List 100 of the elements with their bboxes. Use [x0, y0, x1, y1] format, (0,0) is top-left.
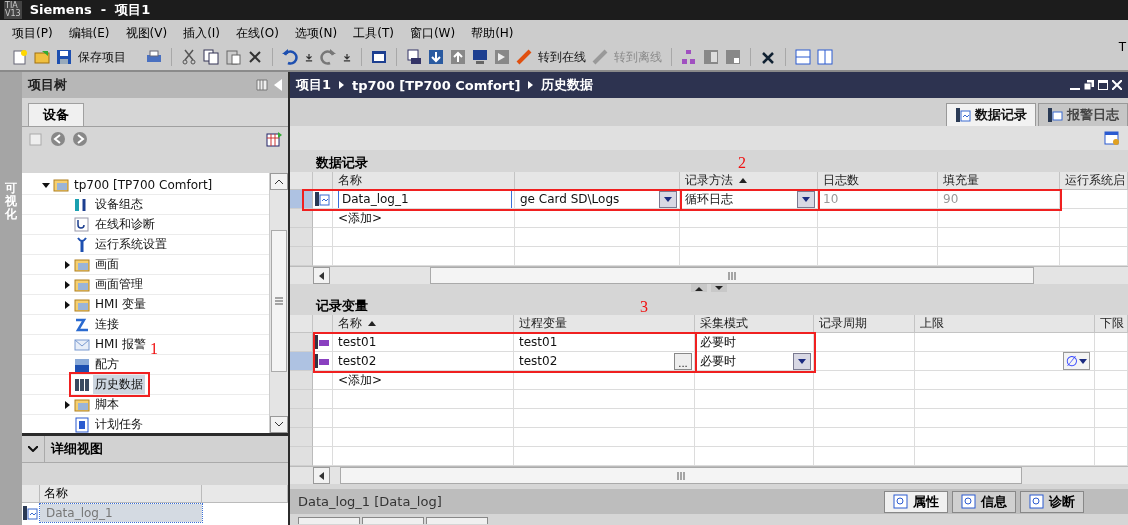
compile-icon[interactable] — [371, 49, 387, 65]
table-icon[interactable] — [266, 131, 282, 147]
row-header[interactable] — [290, 209, 313, 228]
close-window-icon[interactable] — [760, 49, 776, 65]
toolbar-button[interactable]: 转到在线 — [538, 48, 586, 66]
scrollbar[interactable] — [290, 266, 1128, 284]
column-header[interactable] — [515, 172, 680, 190]
column-header[interactable]: 记录方法 — [680, 172, 818, 190]
scrollbar-thumb[interactable] — [430, 267, 1034, 284]
tab[interactable] — [426, 517, 488, 524]
scrollbar-thumb[interactable] — [340, 467, 1022, 484]
expanded-arrow-icon[interactable] — [42, 180, 50, 189]
menu-item[interactable]: 项目(P) — [12, 25, 53, 44]
tab[interactable] — [362, 517, 424, 524]
tree-item[interactable]: 设备组态 — [93, 195, 145, 214]
scrollbar[interactable] — [290, 466, 1128, 484]
paste-icon[interactable] — [225, 49, 241, 65]
add-row-cell[interactable]: <添加> — [333, 209, 515, 228]
column-header[interactable]: 记录周期 — [814, 315, 915, 333]
tree-item[interactable]: 脚本 — [93, 395, 121, 414]
folder-icon[interactable] — [34, 49, 50, 65]
tree-item[interactable]: 画面管理 — [93, 275, 145, 294]
download-icon[interactable] — [428, 49, 444, 65]
copy-icon[interactable] — [203, 49, 219, 65]
tree-item[interactable]: HMI 报警 — [93, 335, 148, 354]
column-header[interactable]: 运行系统启 — [1060, 172, 1128, 190]
breadcrumb-item[interactable]: 项目1 — [296, 76, 332, 94]
delete-icon[interactable] — [247, 49, 263, 65]
tree-item[interactable]: 画面 — [93, 255, 121, 274]
scroll-left-icon[interactable] — [319, 271, 324, 280]
column-header[interactable]: 名称 — [333, 172, 515, 190]
breadcrumb-item[interactable]: tp700 [TP700 Comfort] — [352, 77, 521, 93]
printer-icon[interactable] — [146, 49, 162, 65]
scrollbar-thumb[interactable] — [271, 230, 287, 372]
scroll-left-icon[interactable] — [319, 471, 324, 480]
collapsed-arrow-icon[interactable] — [63, 400, 71, 409]
column-header[interactable]: 上限 — [915, 315, 1095, 333]
split-vertical-icon[interactable] — [817, 49, 833, 65]
close-icon[interactable] — [1112, 80, 1122, 90]
cut-icon[interactable] — [181, 49, 197, 65]
scroll-up-icon[interactable] — [275, 179, 283, 184]
hierarchy-icon[interactable] — [681, 49, 697, 65]
column-header[interactable]: 名称 — [333, 315, 514, 333]
tab[interactable] — [298, 517, 360, 524]
new-document-icon[interactable] — [12, 49, 28, 65]
panel-icon[interactable] — [703, 49, 719, 65]
scrollbar[interactable] — [269, 173, 288, 433]
menu-item[interactable]: 窗口(W) — [409, 25, 456, 44]
tab[interactable]: 设备 — [28, 103, 84, 126]
column-header[interactable]: 名称 — [40, 485, 202, 503]
back-icon[interactable] — [50, 131, 66, 147]
collapsed-arrow-icon[interactable] — [63, 300, 71, 309]
column-header[interactable]: 填充量 — [938, 172, 1060, 190]
tree-item[interactable]: 连接 — [93, 315, 121, 334]
menu-item[interactable]: 插入(I) — [183, 25, 221, 44]
tree-item[interactable]: HMI 变量 — [93, 295, 148, 314]
splitter-up-icon[interactable] — [691, 284, 707, 292]
maximize-icon[interactable] — [1098, 80, 1108, 90]
restore-icon[interactable] — [1084, 80, 1094, 90]
monitor-icon[interactable] — [472, 49, 488, 65]
tree-item[interactable]: 运行系统设置 — [93, 235, 169, 254]
chevron-icon[interactable] — [28, 446, 38, 452]
upload-icon[interactable] — [450, 49, 466, 65]
column-header[interactable]: 日志数 — [818, 172, 938, 190]
pin-icon[interactable] — [256, 79, 268, 91]
menu-item[interactable]: 帮助(H) — [471, 25, 514, 44]
tree-item[interactable]: 计划任务 — [93, 415, 145, 434]
tab[interactable]: 属性 — [884, 490, 948, 513]
tree-item[interactable]: 在线和诊断 — [93, 215, 157, 234]
splitter-down-icon[interactable] — [711, 284, 727, 292]
runtime-icon[interactable] — [494, 49, 510, 65]
settings-table-icon[interactable] — [1104, 130, 1120, 146]
dropdown[interactable]: 必要时 — [700, 352, 813, 370]
collapsed-arrow-icon[interactable] — [63, 260, 71, 269]
plug-icon[interactable] — [516, 49, 532, 65]
menu-item[interactable]: 视图(V) — [125, 25, 168, 44]
tab[interactable]: 报警日志 — [1038, 103, 1128, 126]
add-row-cell[interactable]: <添加> — [333, 371, 514, 390]
menu-item[interactable]: 编辑(E) — [68, 25, 110, 44]
forward-icon[interactable] — [72, 131, 88, 147]
redo-icon[interactable] — [320, 49, 336, 65]
scroll-down-icon[interactable] — [275, 422, 283, 427]
undo-icon[interactable] — [282, 49, 298, 65]
tab[interactable]: 信息 — [952, 490, 1016, 513]
dropdown[interactable]: ∅ — [1062, 352, 1090, 370]
breadcrumb-item[interactable]: 历史数据 — [541, 76, 594, 94]
tree-item[interactable]: 配方 — [93, 355, 121, 374]
column-header[interactable]: 下限 — [1095, 315, 1128, 333]
plug-icon[interactable] — [592, 49, 608, 65]
column-header[interactable]: 采集模式 — [695, 315, 814, 333]
menu-item[interactable]: 在线(O) — [236, 25, 279, 44]
toolbar-button[interactable]: 保存项目 — [78, 48, 126, 66]
tab[interactable]: 诊断 — [1020, 490, 1084, 513]
column-header[interactable]: 过程变量 — [514, 315, 695, 333]
menu-item[interactable]: 工具(T) — [353, 25, 394, 44]
tree-item[interactable]: 历史数据 — [93, 375, 145, 394]
collapse-arrow-icon[interactable] — [274, 79, 282, 91]
panel-icon[interactable] — [725, 49, 741, 65]
dropdown[interactable]: ge Card SD\Logs — [520, 190, 679, 208]
collapsed-arrow-icon[interactable] — [63, 280, 71, 289]
